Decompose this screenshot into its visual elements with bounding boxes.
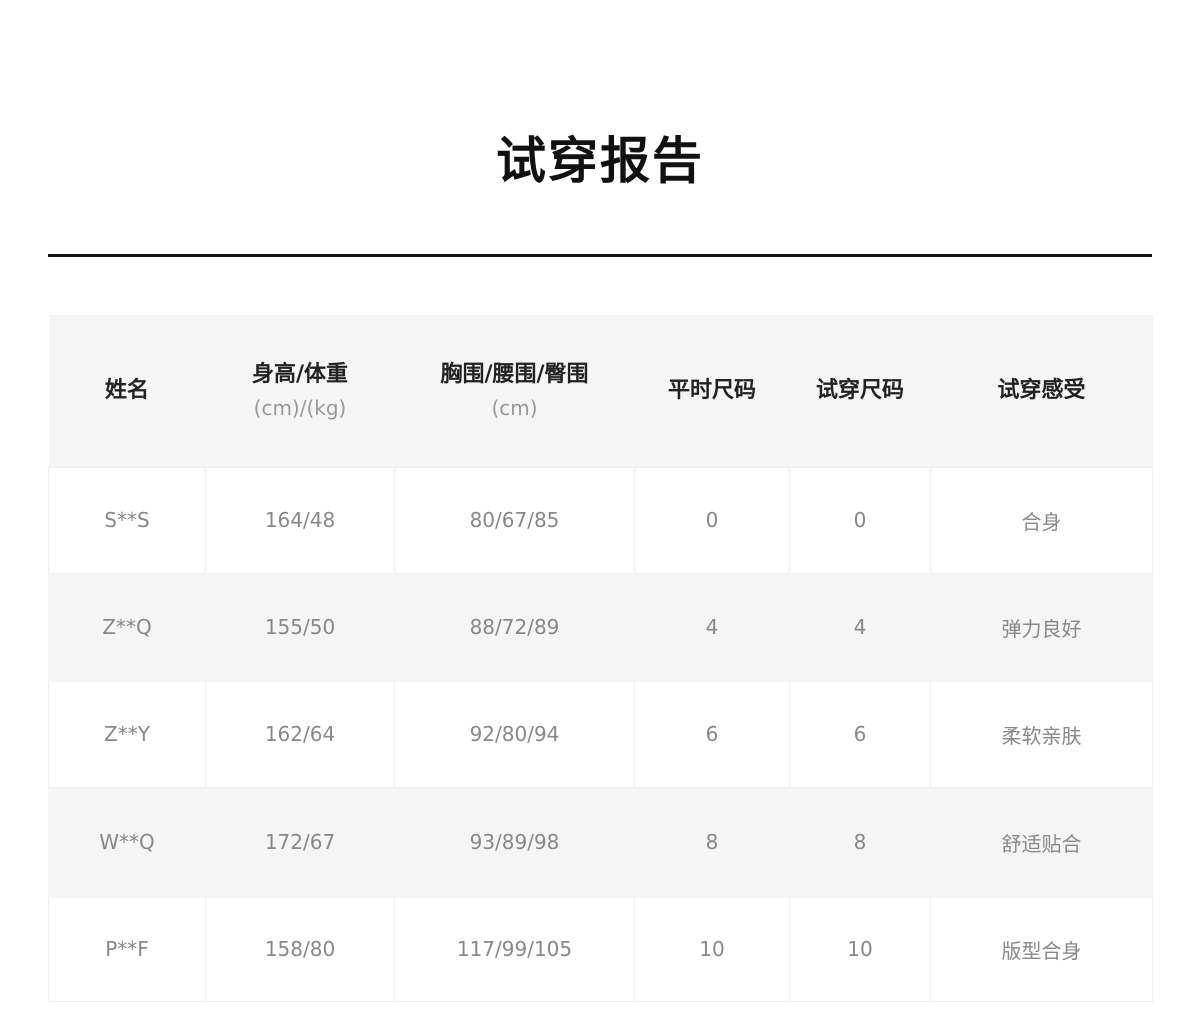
cell-feeling: 舒适贴合: [930, 786, 1153, 898]
table-row: Z**Q 155/50 88/72/89 4 4 弹力良好: [48, 572, 1153, 682]
header-measurements: 胸围/腰围/臀围 (cm): [440, 361, 589, 420]
header-feeling: 试穿感受: [997, 377, 1086, 403]
cell-measurements: 117/99/105: [394, 896, 635, 1002]
cell-height-weight: 164/48: [205, 466, 395, 574]
fitting-report-table: 姓名 身高/体重 (cm)/(kg) 胸围/腰围/臀围 (cm) 平时尺码 试穿…: [48, 315, 1153, 1002]
cell-usual-size: 4: [634, 572, 790, 682]
cell-trial-size: 8: [789, 786, 931, 898]
table-row: W**Q 172/67 93/89/98 8 8 舒适贴合: [48, 786, 1153, 898]
cell-name: Z**Y: [48, 680, 206, 788]
cell-feeling: 版型合身: [930, 896, 1153, 1002]
header-name: 姓名: [104, 377, 149, 403]
cell-trial-size: 0: [789, 466, 931, 574]
table-row: S**S 164/48 80/67/85 0 0 合身: [48, 466, 1153, 574]
cell-usual-size: 8: [634, 786, 790, 898]
table-header-row: 姓名 身高/体重 (cm)/(kg) 胸围/腰围/臀围 (cm) 平时尺码 试穿…: [48, 315, 1153, 467]
cell-height-weight: 155/50: [205, 572, 395, 682]
cell-name: W**Q: [48, 786, 206, 898]
cell-usual-size: 10: [634, 896, 790, 1002]
table-row: Z**Y 162/64 92/80/94 6 6 柔软亲肤: [48, 680, 1153, 788]
cell-name: P**F: [48, 896, 206, 1002]
cell-trial-size: 10: [789, 896, 931, 1002]
page-title: 试穿报告: [496, 132, 704, 190]
cell-measurements: 88/72/89: [394, 572, 635, 682]
cell-trial-size: 4: [789, 572, 931, 682]
cell-name: Z**Q: [48, 572, 206, 682]
cell-measurements: 92/80/94: [394, 680, 635, 788]
cell-name: S**S: [48, 466, 206, 574]
cell-trial-size: 6: [789, 680, 931, 788]
cell-feeling: 柔软亲肤: [930, 680, 1153, 788]
cell-measurements: 93/89/98: [394, 786, 635, 898]
cell-measurements: 80/67/85: [394, 466, 635, 574]
cell-height-weight: 158/80: [205, 896, 395, 1002]
cell-usual-size: 6: [634, 680, 790, 788]
cell-height-weight: 172/67: [205, 786, 395, 898]
header-height-weight: 身高/体重 (cm)/(kg): [251, 361, 349, 420]
cell-usual-size: 0: [634, 466, 790, 574]
table-row: P**F 158/80 117/99/105 10 10 版型合身: [48, 896, 1153, 1002]
cell-feeling: 弹力良好: [930, 572, 1153, 682]
title-divider: [48, 254, 1152, 257]
cell-height-weight: 162/64: [205, 680, 395, 788]
header-usual-size: 平时尺码: [667, 377, 756, 403]
header-trial-size: 试穿尺码: [815, 377, 904, 403]
cell-feeling: 合身: [930, 466, 1153, 574]
